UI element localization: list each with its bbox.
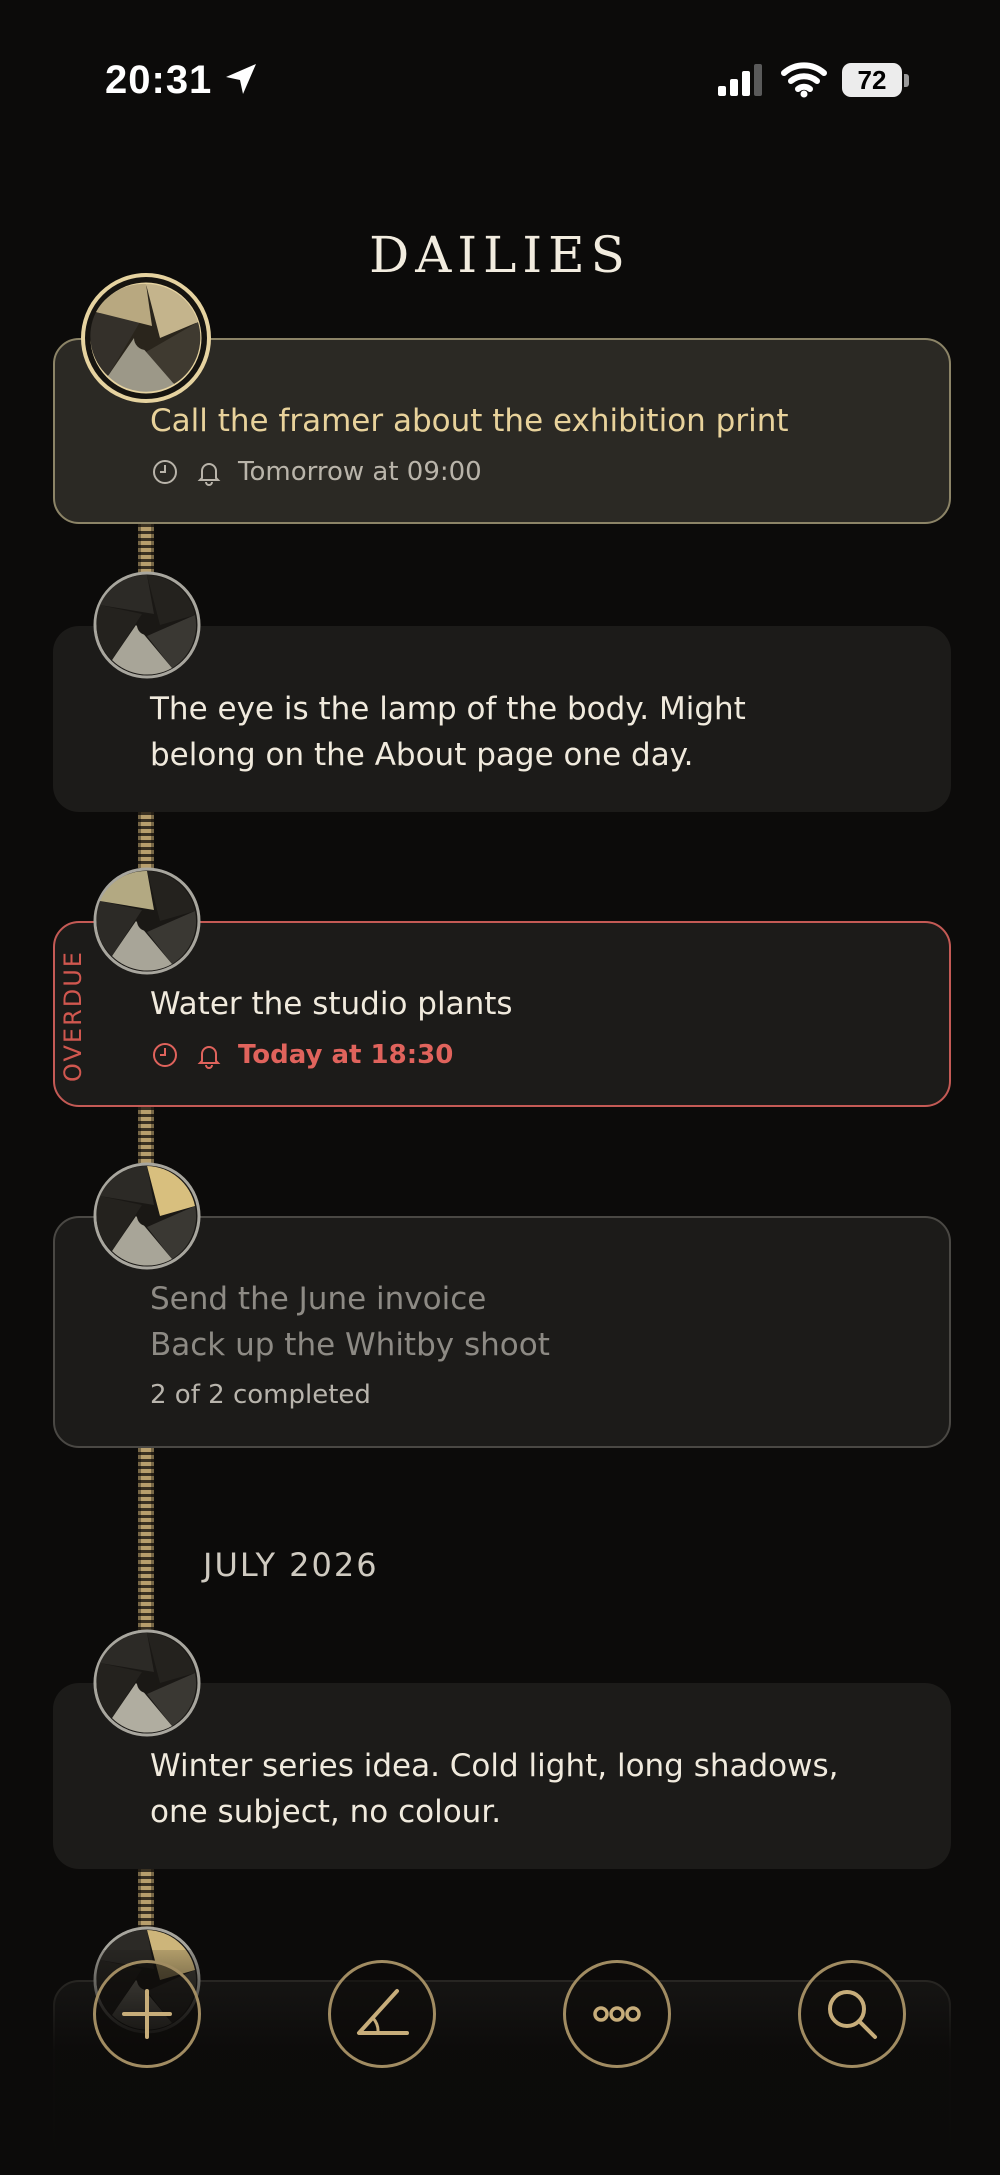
entry-title: Water the studio plants: [150, 986, 513, 1022]
entry-reminder: Today at 18:30: [150, 1037, 453, 1073]
aperture-icon[interactable]: [92, 866, 202, 976]
completed-task: Send the June invoice: [150, 1281, 487, 1317]
month-section-header: JULY 2026: [203, 1546, 379, 1584]
more-icon: [593, 2006, 641, 2022]
battery-cap: [904, 74, 909, 87]
angle-button[interactable]: [328, 1960, 436, 2068]
aperture-icon[interactable]: [92, 570, 202, 680]
search-button[interactable]: [798, 1960, 906, 2068]
aperture-icon[interactable]: [92, 1161, 202, 1271]
reminder-time: Today at 18:30: [238, 1040, 454, 1070]
battery-indicator: 72: [842, 63, 910, 99]
add-button[interactable]: [93, 1960, 201, 2068]
bell-icon: [194, 1040, 224, 1070]
entry-reminder: Tomorrow at 09:00: [150, 454, 482, 490]
wifi-icon: [780, 60, 828, 98]
entry-title: Call the framer about the exhibition pri…: [150, 403, 789, 439]
aperture-icon[interactable]: [92, 1628, 202, 1738]
completion-count: 2 of 2 completed: [150, 1380, 371, 1410]
entry-line: one subject, no colour.: [150, 1794, 502, 1830]
angle-icon: [357, 1989, 409, 2035]
search-icon: [828, 1990, 877, 2039]
battery-level: 72: [842, 63, 902, 97]
completed-task: Back up the Whitby shoot: [150, 1327, 550, 1363]
clock: 20:31: [105, 58, 213, 102]
clock-icon: [150, 457, 180, 487]
cellular-signal-icon: [716, 62, 764, 98]
reminder-time: Tomorrow at 09:00: [238, 457, 482, 487]
location-arrow-icon: [222, 60, 260, 98]
aperture-icon[interactable]: [80, 272, 212, 404]
more-button[interactable]: [563, 1960, 671, 2068]
overdue-label: OVERDUE: [59, 950, 87, 1082]
entry-line: belong on the About page one day.: [150, 737, 694, 773]
entry-line: The eye is the lamp of the body. Might: [150, 691, 746, 727]
plus-icon: [122, 1989, 172, 2039]
status-bar: 20:31 72: [0, 0, 1000, 165]
entry-line: Winter series idea. Cold light, long sha…: [150, 1748, 839, 1784]
bell-icon: [194, 457, 224, 487]
clock-icon: [150, 1040, 180, 1070]
